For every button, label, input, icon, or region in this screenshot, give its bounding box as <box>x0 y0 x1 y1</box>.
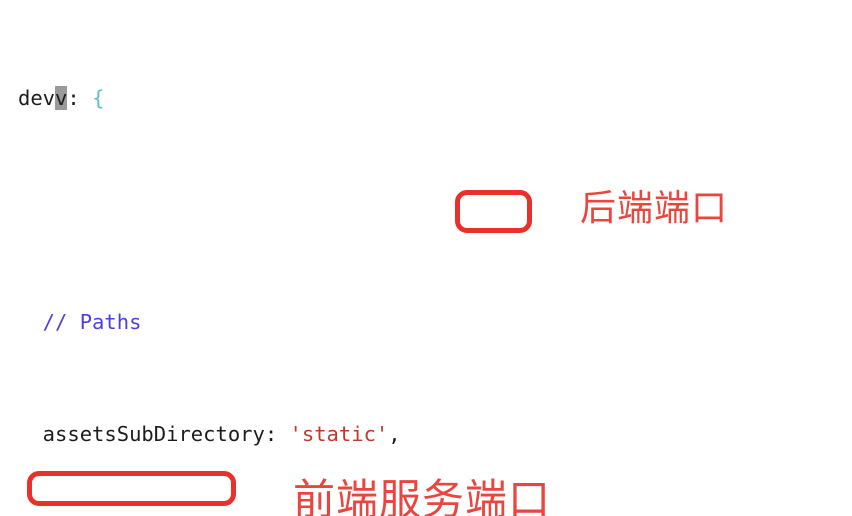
text-cursor: v <box>55 86 68 110</box>
code-line-4[interactable]: assetsSubDirectory: 'static', <box>0 420 759 448</box>
code-line-3[interactable]: // Paths <box>0 308 759 336</box>
code-token-comma-4: , <box>388 422 401 446</box>
code-block[interactable]: devv: { // Paths assetsSubDirectory: 'st… <box>0 0 759 516</box>
code-token-value-static: 'static' <box>289 422 389 446</box>
code-line-1[interactable]: devv: { <box>0 84 759 112</box>
code-token-comment-paths: // Paths <box>18 310 142 334</box>
code-editor-viewport[interactable]: devv: { // Paths assetsSubDirectory: 'st… <box>0 0 852 516</box>
code-token-dev-prefix: dev <box>18 86 56 110</box>
code-line-2-blank[interactable] <box>0 196 759 224</box>
code-token-colon-1: : <box>67 86 93 110</box>
code-token-key-assetsSubDirectory: assetsSubDirectory: <box>18 422 290 446</box>
code-token-brace-open-1: { <box>92 86 105 110</box>
